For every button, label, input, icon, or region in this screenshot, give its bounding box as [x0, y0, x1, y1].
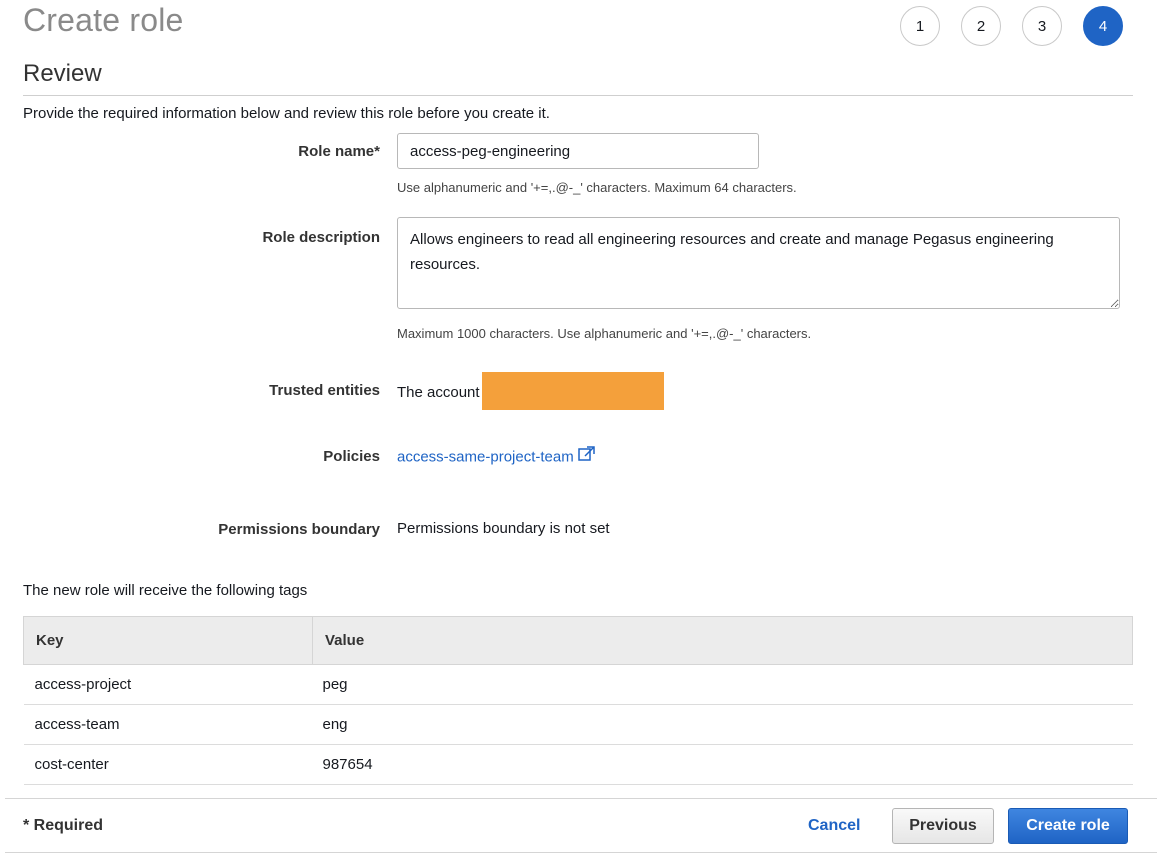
tag-key: access-project — [23, 664, 313, 705]
trusted-entities-text: The account — [397, 383, 480, 401]
column-header-key: Key — [23, 616, 313, 665]
step-3[interactable]: 3 — [1022, 6, 1062, 46]
intro-text: Provide the required information below a… — [23, 105, 550, 122]
step-4-current: 4 — [1083, 6, 1123, 46]
role-name-input[interactable] — [397, 133, 759, 169]
required-note: * Required — [23, 817, 104, 834]
page-title: Create role — [23, 2, 184, 38]
role-name-hint: Use alphanumeric and '+=,.@-_' character… — [397, 180, 797, 195]
column-header-value: Value — [312, 616, 1133, 665]
tag-key: cost-center — [23, 744, 313, 785]
section-divider — [23, 95, 1133, 96]
trusted-entities-value: The account — [397, 372, 664, 412]
tag-value: peg — [312, 664, 1133, 705]
role-name-label: Role name* — [298, 143, 380, 160]
tag-value: 987654 — [312, 744, 1133, 785]
policies-value: access-same-project-team — [397, 446, 595, 467]
cancel-button[interactable]: Cancel — [797, 809, 871, 843]
section-title: Review — [23, 60, 102, 87]
trusted-entities-label: Trusted entities — [269, 382, 380, 399]
role-description-label: Role description — [262, 229, 380, 246]
tag-value: eng — [312, 704, 1133, 745]
policy-link[interactable]: access-same-project-team — [397, 448, 574, 465]
footer-divider — [5, 798, 1157, 799]
step-1[interactable]: 1 — [900, 6, 940, 46]
redacted-account-id — [481, 372, 664, 410]
step-2[interactable]: 2 — [961, 6, 1001, 46]
tags-table: Key Value access-project peg access-team… — [23, 616, 1133, 785]
table-row: access-team eng — [23, 704, 1133, 745]
tags-caption: The new role will receive the following … — [23, 582, 308, 599]
permissions-boundary-label: Permissions boundary — [218, 521, 380, 538]
tag-key: access-team — [23, 704, 313, 745]
table-row: cost-center 987654 — [23, 744, 1133, 785]
create-role-button[interactable]: Create role — [1008, 808, 1128, 844]
role-description-hint: Maximum 1000 characters. Use alphanumeri… — [397, 326, 812, 341]
table-header-row: Key Value — [23, 616, 1133, 665]
permissions-boundary-value: Permissions boundary is not set — [397, 520, 610, 537]
table-row: access-project peg — [23, 664, 1133, 705]
previous-button[interactable]: Previous — [892, 808, 994, 844]
role-description-input[interactable]: Allows engineers to read all engineering… — [397, 217, 1120, 309]
external-link-icon[interactable] — [577, 446, 595, 465]
policies-label: Policies — [323, 448, 380, 465]
footer-bottom-divider — [5, 852, 1157, 853]
wizard-steps: 1 2 3 4 — [900, 6, 1123, 46]
